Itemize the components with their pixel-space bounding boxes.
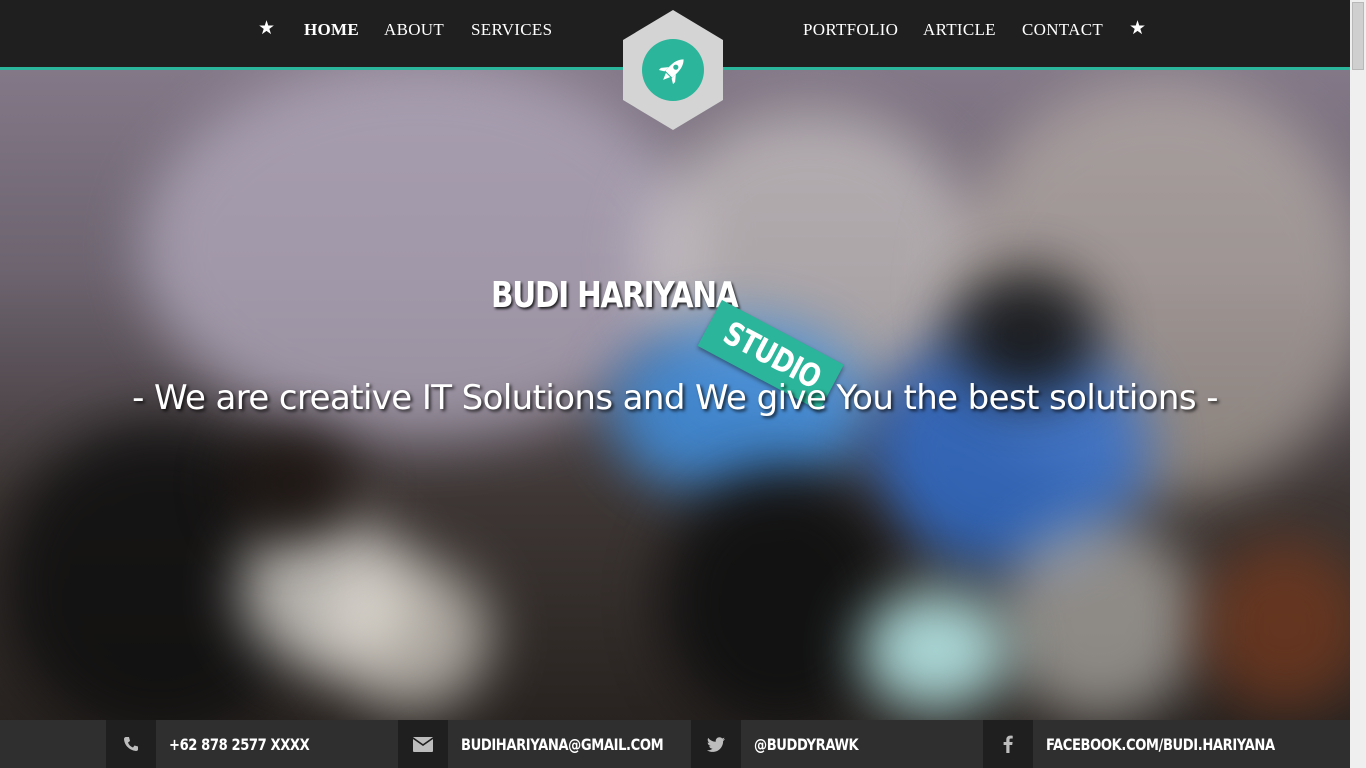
contact-twitter[interactable]: @BUDDYRAWK (691, 720, 981, 768)
contact-facebook[interactable]: FACEBOOK.COM/BUDI.HARIYANA (983, 720, 1275, 768)
nav-services[interactable]: SERVICES (471, 20, 552, 40)
nav-contact[interactable]: CONTACT (1022, 20, 1103, 40)
nav-about[interactable]: ABOUT (384, 20, 444, 40)
star-icon: ★ (258, 18, 276, 39)
page-scrollbar[interactable] (1350, 0, 1366, 768)
contact-phone[interactable]: +62 878 2577 XXXX (106, 720, 396, 768)
envelope-icon (398, 720, 448, 768)
rocket-icon (658, 59, 684, 85)
facebook-icon (983, 720, 1033, 768)
star-icon: ★ (1129, 18, 1147, 39)
nav-portfolio[interactable]: PORTFOLIO (803, 20, 898, 40)
scrollbar-thumb[interactable] (1352, 2, 1364, 70)
contact-email-text: BUDIHARIYANA@GMAIL.COM (461, 735, 664, 754)
contact-email[interactable]: BUDIHARIYANA@GMAIL.COM (398, 720, 688, 768)
contact-bar: +62 878 2577 XXXX BUDIHARIYANA@GMAIL.COM… (0, 720, 1350, 768)
nav-article[interactable]: ARTICLE (923, 20, 996, 40)
brand-name: BUDI HARIYANA (491, 275, 739, 316)
twitter-icon (691, 720, 741, 768)
hero-tagline: - We are creative IT Solutions and We gi… (132, 378, 1218, 418)
contact-twitter-text: @BUDDYRAWK (754, 735, 859, 754)
phone-icon (106, 720, 156, 768)
nav-home[interactable]: HOME (304, 20, 359, 40)
logo-badge (642, 39, 704, 101)
contact-phone-text: +62 878 2577 XXXX (169, 735, 310, 754)
contact-facebook-text: FACEBOOK.COM/BUDI.HARIYANA (1046, 735, 1275, 754)
